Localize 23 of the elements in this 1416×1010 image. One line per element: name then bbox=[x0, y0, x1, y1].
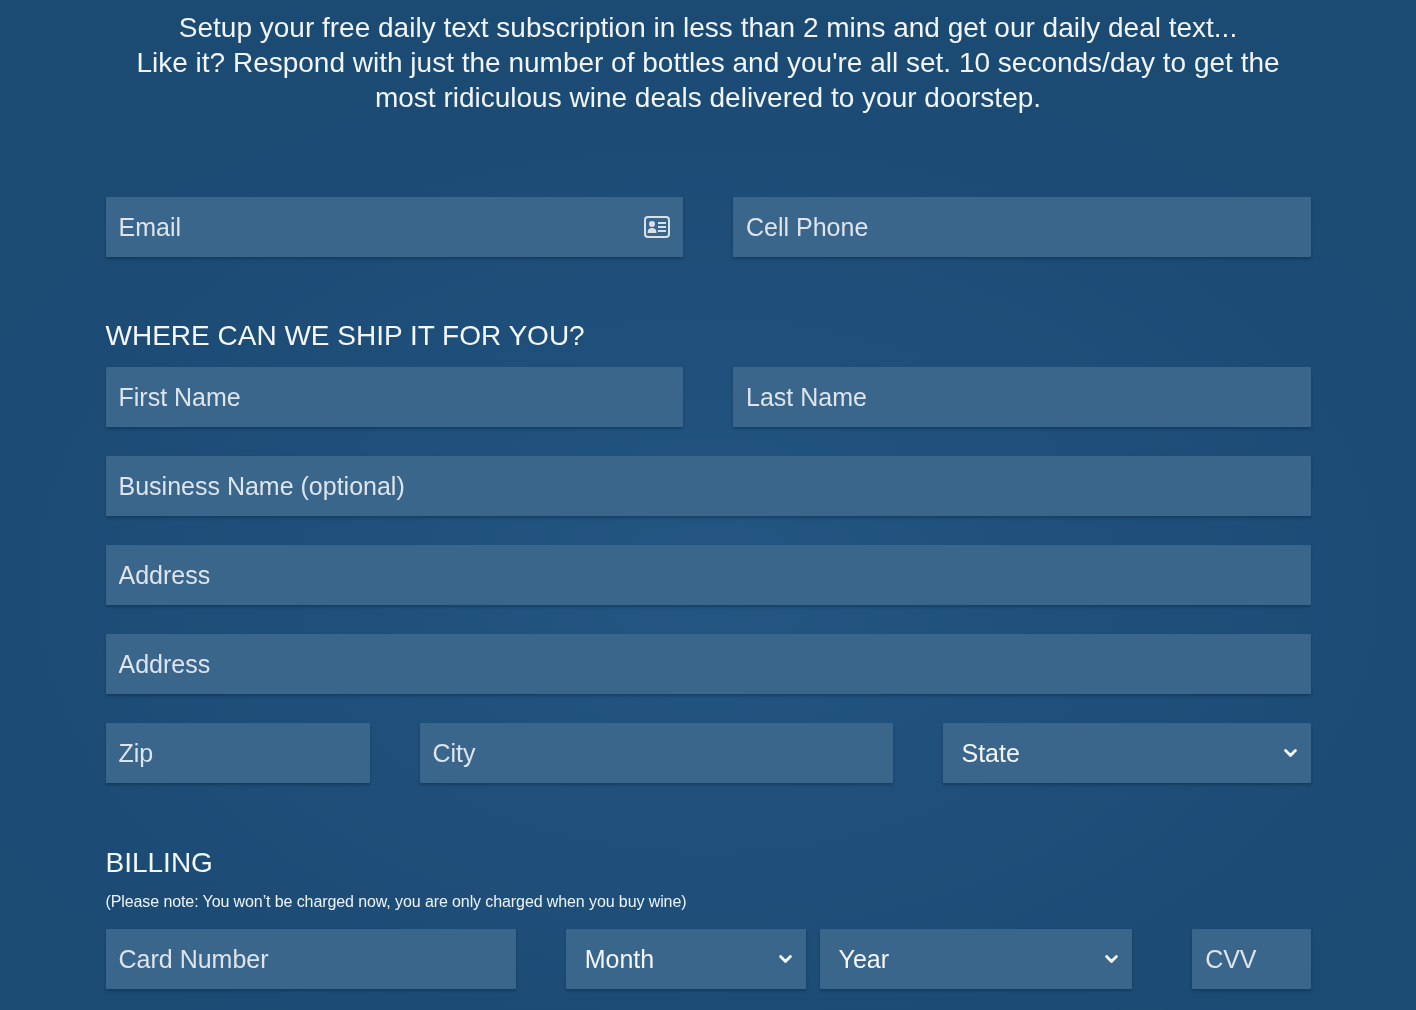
section-heading: WHERE CAN WE SHIP IT FOR YOU? bbox=[105, 319, 586, 353]
address-field[interactable]: Address bbox=[105, 545, 1311, 605]
business-name-field[interactable]: Business Name (optional) bbox=[105, 456, 1311, 516]
chevron-down-icon bbox=[1283, 748, 1297, 758]
email-field[interactable]: Email bbox=[105, 197, 683, 257]
chevron-down-icon bbox=[1105, 954, 1119, 964]
state-dropdown[interactable]: State bbox=[942, 723, 1311, 783]
intro-text: Like it? Respond with just the number of bottles and you're all set. 10 seconds/day to get the most ridiculous wine deals delivered to your doorstep. bbox=[135, 46, 1281, 115]
last-name-field[interactable]: Last Name bbox=[733, 367, 1311, 427]
zip-field[interactable]: Zip bbox=[105, 723, 370, 783]
chevron-down-icon bbox=[778, 954, 792, 964]
cvv-field[interactable]: CVV bbox=[1192, 929, 1311, 989]
contact-card-icon bbox=[644, 216, 670, 238]
first-name-field[interactable]: First Name bbox=[105, 367, 683, 427]
phone-field[interactable]: Cell Phone bbox=[733, 197, 1311, 257]
card-number-field[interactable]: Card Number bbox=[105, 929, 516, 989]
billing-note: (Please note: You won’t be charged now, you are only charged when you buy wine) bbox=[105, 892, 688, 912]
month-dropdown[interactable]: Month bbox=[565, 929, 806, 989]
intro-text: Setup your free daily text subscription in less than 2 mins and get our daily deal text... bbox=[177, 11, 1239, 45]
address-field[interactable]: Address bbox=[105, 634, 1311, 694]
year-dropdown[interactable]: Year bbox=[819, 929, 1133, 989]
city-field[interactable]: City bbox=[419, 723, 893, 783]
section-heading: BILLING bbox=[105, 846, 214, 880]
